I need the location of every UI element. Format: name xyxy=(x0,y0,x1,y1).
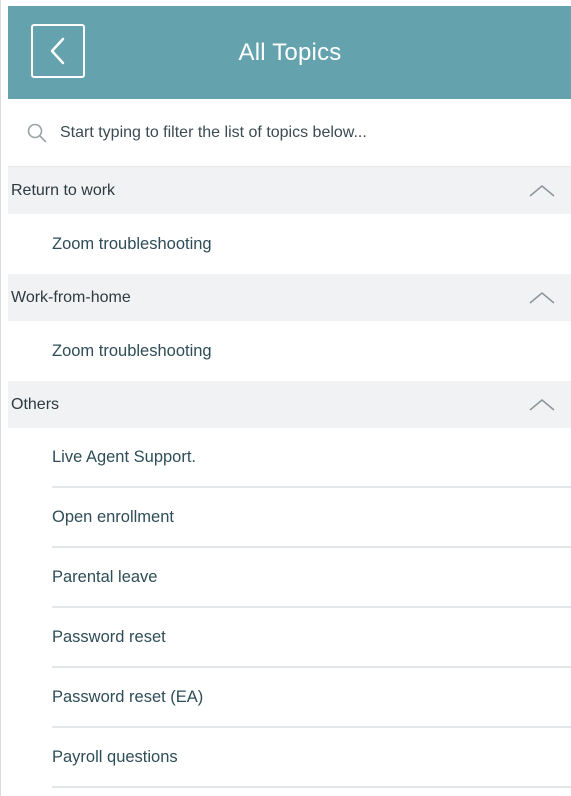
topic-item[interactable]: Open enrollment xyxy=(52,488,571,548)
page-title: All Topics xyxy=(238,38,342,66)
section-header-return-to-work[interactable]: Return to work xyxy=(8,167,571,214)
topic-item[interactable]: Live Agent Support. xyxy=(52,428,571,488)
app-frame: All Topics Return to work Zoom troublesh… xyxy=(0,0,571,796)
section-title: Return to work xyxy=(11,181,116,199)
search-input[interactable] xyxy=(58,122,542,143)
search-icon xyxy=(26,122,48,144)
topic-item[interactable]: Parental leave xyxy=(52,548,571,608)
topic-item[interactable]: Zoom troubleshooting xyxy=(8,321,571,381)
topics-list: Return to work Zoom troubleshooting Work… xyxy=(8,167,571,788)
section-title: Others xyxy=(11,395,60,413)
search-bar xyxy=(8,99,571,167)
chevron-left-icon xyxy=(50,37,65,65)
chevron-up-icon[interactable] xyxy=(528,397,556,413)
section-title: Work-from-home xyxy=(11,288,131,306)
chevron-up-icon[interactable] xyxy=(528,290,556,306)
topic-item[interactable]: Password reset xyxy=(52,608,571,668)
back-button[interactable] xyxy=(31,24,85,78)
topic-item[interactable]: Password reset (EA) xyxy=(52,668,571,728)
header-bar: All Topics xyxy=(8,6,571,99)
topic-item[interactable]: Payroll questions xyxy=(52,728,571,788)
topic-item[interactable]: Zoom troubleshooting xyxy=(8,214,571,274)
section-header-others[interactable]: Others xyxy=(8,381,571,428)
others-items: Live Agent Support. Open enrollment Pare… xyxy=(8,428,571,788)
chevron-up-icon[interactable] xyxy=(528,183,556,199)
section-header-work-from-home[interactable]: Work-from-home xyxy=(8,274,571,321)
